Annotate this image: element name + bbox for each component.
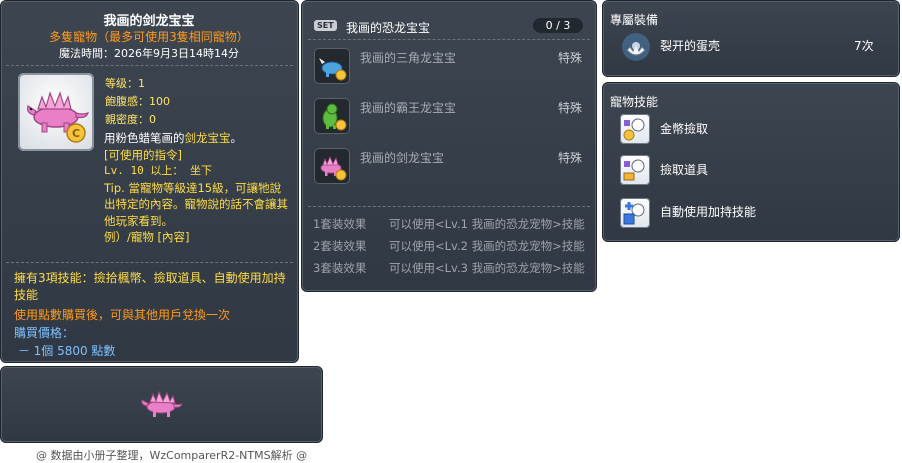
magic-time: 魔法時間：2026年9月3日14時14分 — [59, 47, 239, 60]
t-rex-icon — [322, 103, 347, 131]
divider — [6, 262, 293, 263]
pet-example: 例）/寵物 [內容] — [104, 230, 190, 244]
pet-skills-summary: 擁有3項技能：撿拾楓幣、撿取道具、自動使用加持技能 — [14, 271, 286, 302]
set-item-name: 我画的三角龙宝宝 — [360, 51, 457, 65]
set-item-type: 特殊 — [558, 51, 583, 65]
svg-text:C: C — [72, 127, 80, 140]
skills-title: 寵物技能 — [610, 95, 659, 109]
set-item-slot[interactable] — [314, 98, 350, 134]
set-badge: SET — [314, 20, 337, 31]
price-title: 購買價格： — [14, 326, 75, 340]
item-title: 我画的剑龙宝宝 — [103, 14, 195, 29]
auto-buff-icon — [623, 202, 645, 225]
set-item-slot[interactable] — [314, 48, 350, 84]
set-item-name: 我画的剑龙宝宝 — [360, 151, 445, 165]
set-effect-3: 3套装效果 可以使用<Lv.3 我画的恐龙宠物>技能 — [313, 261, 585, 275]
pet-icon-frame: C — [18, 73, 94, 151]
price-value: － 1個 5800 點數 — [14, 344, 116, 358]
skill-label: 金幣撿取 — [660, 122, 709, 136]
cracked-eggshell-icon — [622, 33, 650, 61]
set-item-type: 特殊 — [558, 151, 583, 165]
skill-label: 自動使用加持技能 — [660, 205, 757, 219]
divider — [308, 39, 590, 40]
pet-closeness: 親密度：0 — [105, 113, 156, 126]
divider — [308, 206, 590, 207]
divider — [6, 65, 293, 66]
pet-fullness: 飽腹感：100 — [105, 95, 170, 108]
trade-info: 使用點數購買後，可與其他用戶兌換一次 — [14, 308, 231, 322]
set-item-name: 我画的霸王龙宝宝 — [360, 101, 457, 115]
set-count: 0 / 3 — [533, 18, 583, 33]
coin-pickup-icon — [623, 118, 645, 141]
pet-level: 等级：1 — [105, 77, 145, 90]
set-item-slot[interactable] — [314, 148, 350, 184]
equip-item-name: 裂开的蛋壳 — [660, 39, 721, 53]
equip-title: 專屬裝備 — [610, 13, 659, 27]
skill-icon-auto-buff — [620, 198, 650, 228]
set-effect-1: 1套装效果 可以使用<Lv.1 我画的恐龙宠物>技能 — [313, 217, 585, 231]
commands-title: [可使用的指令] — [104, 147, 182, 162]
item-pickup-icon — [623, 159, 645, 181]
desc-line-1: 用粉色蜡笔画的剑龙宝宝。 — [104, 131, 242, 145]
skill-icon-item-pickup — [620, 155, 650, 185]
set-item-type: 特殊 — [558, 101, 583, 115]
pet-description: 用粉色蜡笔画的剑龙宝宝。 [可使用的指令] Lv. 10 以上： 坐下 Tip.… — [104, 130, 292, 246]
command-sit: Lv. 10 以上： 坐下 — [104, 164, 212, 177]
triceratops-icon — [319, 58, 347, 81]
stegosaurus-icon — [320, 155, 347, 181]
equip-item-count: 7次 — [854, 39, 874, 53]
set-title: 我画的恐龙宝宝 — [346, 21, 431, 35]
stegosaurus-icon: C — [27, 91, 89, 143]
pet-preview-stegosaurus-icon — [141, 390, 183, 417]
item-subtitle: 多隻寵物（最多可使用3隻相同寵物） — [49, 30, 249, 44]
skill-label: 撿取道具 — [660, 163, 709, 177]
desc-highlight: 剑龙宝宝 — [184, 131, 231, 145]
skill-icon-coin-pickup — [620, 114, 650, 144]
pet-tip: Tip. 當寵物等級達15級，可讓牠說出特定的內容。寵物說的話不會讓其他玩家看到… — [104, 180, 288, 228]
footer-credit: @ 数据由小册子整理，WzComparerR2-NTMS解析 @ — [36, 449, 308, 462]
set-effect-2: 2套装效果 可以使用<Lv.2 我画的恐龙宠物>技能 — [313, 239, 585, 253]
